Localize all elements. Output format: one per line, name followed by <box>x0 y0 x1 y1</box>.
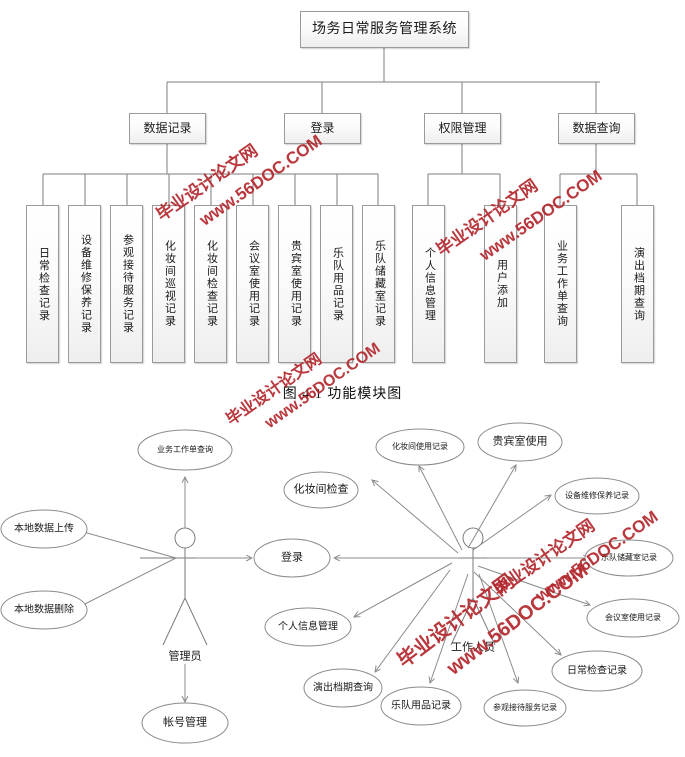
actor-staff[interactable]: 工作人员 <box>428 527 518 654</box>
link-staff-meeting <box>477 565 590 605</box>
usecase-label: 化妆间使用记录 <box>392 441 448 451</box>
usecase-daily-check-record[interactable]: 日常检查记录 <box>551 650 643 692</box>
usecase-label: 乐队用品记录 <box>391 698 451 711</box>
usecase-visit-service-record[interactable]: 参观接待服务记录 <box>483 689 567 727</box>
usecase-meeting-room-usage[interactable]: 会议室使用记录 <box>586 598 680 638</box>
usecase-label: 化妆间检查 <box>294 482 349 496</box>
usecase-label: 设备维修保养记录 <box>565 490 629 500</box>
link-staff-visit-service <box>478 573 518 683</box>
link-admin-delete <box>73 557 177 610</box>
link-staff-vip <box>467 465 516 549</box>
usecase-equipment-maintenance[interactable]: 设备维修保养记录 <box>554 477 640 515</box>
usecase-label: 本地数据上传 <box>14 521 74 534</box>
usecase-dressing-room-usage[interactable]: 化妆间使用记录 <box>375 428 465 466</box>
actor-admin-label: 管理员 <box>169 649 202 663</box>
usecase-band-supplies-record[interactable]: 乐队用品记录 <box>380 686 462 726</box>
link-staff-equipment <box>472 495 551 551</box>
usecase-label: 个人信息管理 <box>278 619 338 632</box>
actor-staff-label: 工作人员 <box>451 641 495 654</box>
usecase-workorder-query[interactable]: 业务工作单查询 <box>137 429 233 471</box>
usecase-label: 演出档期查询 <box>313 680 373 693</box>
usecase-personal-info-management[interactable]: 个人信息管理 <box>264 607 352 647</box>
usecase-label: 日常检查记录 <box>567 663 627 676</box>
diagram-page: 场务日常服务管理系统 数据记录 登录 权限管理 数据查询 日常检查记录 设备维修… <box>0 0 685 757</box>
link-admin-upload <box>73 529 177 559</box>
usecase-label: 登录 <box>281 550 303 564</box>
usecase-local-upload[interactable]: 本地数据上传 <box>0 509 88 549</box>
usecase-schedule-query[interactable]: 演出档期查询 <box>303 668 383 708</box>
usecase-label: 会议室使用记录 <box>605 612 661 622</box>
usecase-account-management[interactable]: 帐号管理 <box>141 702 229 744</box>
link-staff-band-supplies <box>430 573 469 683</box>
actor-admin[interactable]: 管理员 <box>140 527 230 663</box>
use-case-diagram: 管理员 业务工作单查询 本地数据上传 本地数据删除 帐号管理 登录 工作人员 化… <box>0 422 680 744</box>
link-staff-dressing-use <box>419 466 463 551</box>
usecase-dressing-room-check[interactable]: 化妆间检查 <box>283 471 359 509</box>
usecase-label: 帐号管理 <box>163 715 207 729</box>
usecase-label: 乐队储藏室记录 <box>601 552 657 562</box>
usecase-label: 参观接待服务记录 <box>493 702 557 712</box>
usecase-label: 贵宾室使用 <box>493 434 548 448</box>
usecase-label: 本地数据删除 <box>14 602 74 615</box>
usecase-login[interactable]: 登录 <box>253 538 331 578</box>
link-staff-personal-info <box>354 562 453 617</box>
usecase-label: 业务工作单查询 <box>157 444 213 454</box>
usecase-local-delete[interactable]: 本地数据删除 <box>0 590 88 630</box>
usecase-band-storage-record[interactable]: 乐队储藏室记录 <box>584 539 674 577</box>
usecase-vip-room-usage[interactable]: 贵宾室使用 <box>477 422 563 462</box>
